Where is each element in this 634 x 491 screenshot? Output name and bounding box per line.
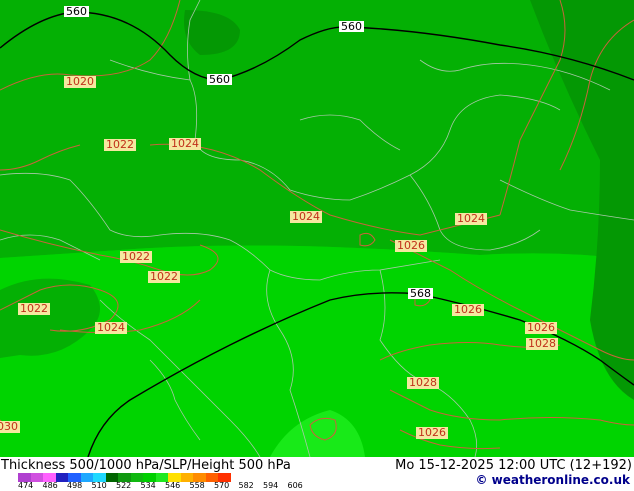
isobar-label: 1026: [525, 321, 557, 334]
isobar-label: 1026: [452, 303, 484, 316]
isobar-label: 1024: [95, 321, 127, 334]
colorbar-tick-label: 534: [140, 481, 156, 490]
colorbar-tick-label: 474: [18, 481, 34, 490]
isobar-label: 1022: [148, 270, 180, 283]
isobar-label: 1024: [455, 212, 487, 225]
colorbar-tick-label: 558: [189, 481, 205, 490]
map-footer: Thickness 500/1000 hPa/SLP/Height 500 hP…: [0, 457, 634, 490]
isobar-label: 1024: [169, 137, 201, 150]
colorbar-tick-label: 546: [165, 481, 181, 490]
colorbar-tick-label: 582: [238, 481, 254, 490]
isobar-label: 1022: [18, 302, 50, 315]
isobar-label: 1026: [395, 239, 427, 252]
colorbar-tick-label: 510: [91, 481, 107, 490]
colorbar-tick-label: 522: [116, 481, 132, 490]
height-contour-label: 560: [64, 5, 89, 18]
isobar-label: 1030: [0, 421, 20, 433]
colorbar-tick-label: 594: [263, 481, 279, 490]
isobar-label: 1020: [64, 75, 96, 88]
credit-link[interactable]: © weatheronline.co.uk: [475, 473, 630, 487]
colorbar-tick-label: 570: [214, 481, 230, 490]
colorbar-tick-label: 498: [67, 481, 83, 490]
valid-time: Mo 15-12-2025 12:00 UTC (12+192): [395, 458, 632, 473]
height-contour-label: 568: [408, 287, 433, 300]
weather-map: 1020 1022 1024 1024 1024 1026 1022 1022 1022 1024…: [0, 0, 634, 457]
isobar-label: 1028: [526, 337, 558, 350]
height-contour-label: 560: [207, 73, 232, 86]
isobar-label: 1024: [290, 210, 322, 223]
map-title: Thickness 500/1000 hPa/SLP/Height 500 hP…: [1, 458, 291, 473]
map-canvas: [0, 0, 634, 457]
isobar-label: 1022: [104, 138, 136, 151]
isobar-label: 1026: [416, 426, 448, 439]
colorbar-tick-label: 606: [287, 481, 303, 490]
height-contour-label: 560: [339, 20, 364, 33]
isobar-label: 1028: [407, 376, 439, 389]
colorbar-tick-label: 486: [42, 481, 58, 490]
isobar-label: 1022: [120, 250, 152, 263]
